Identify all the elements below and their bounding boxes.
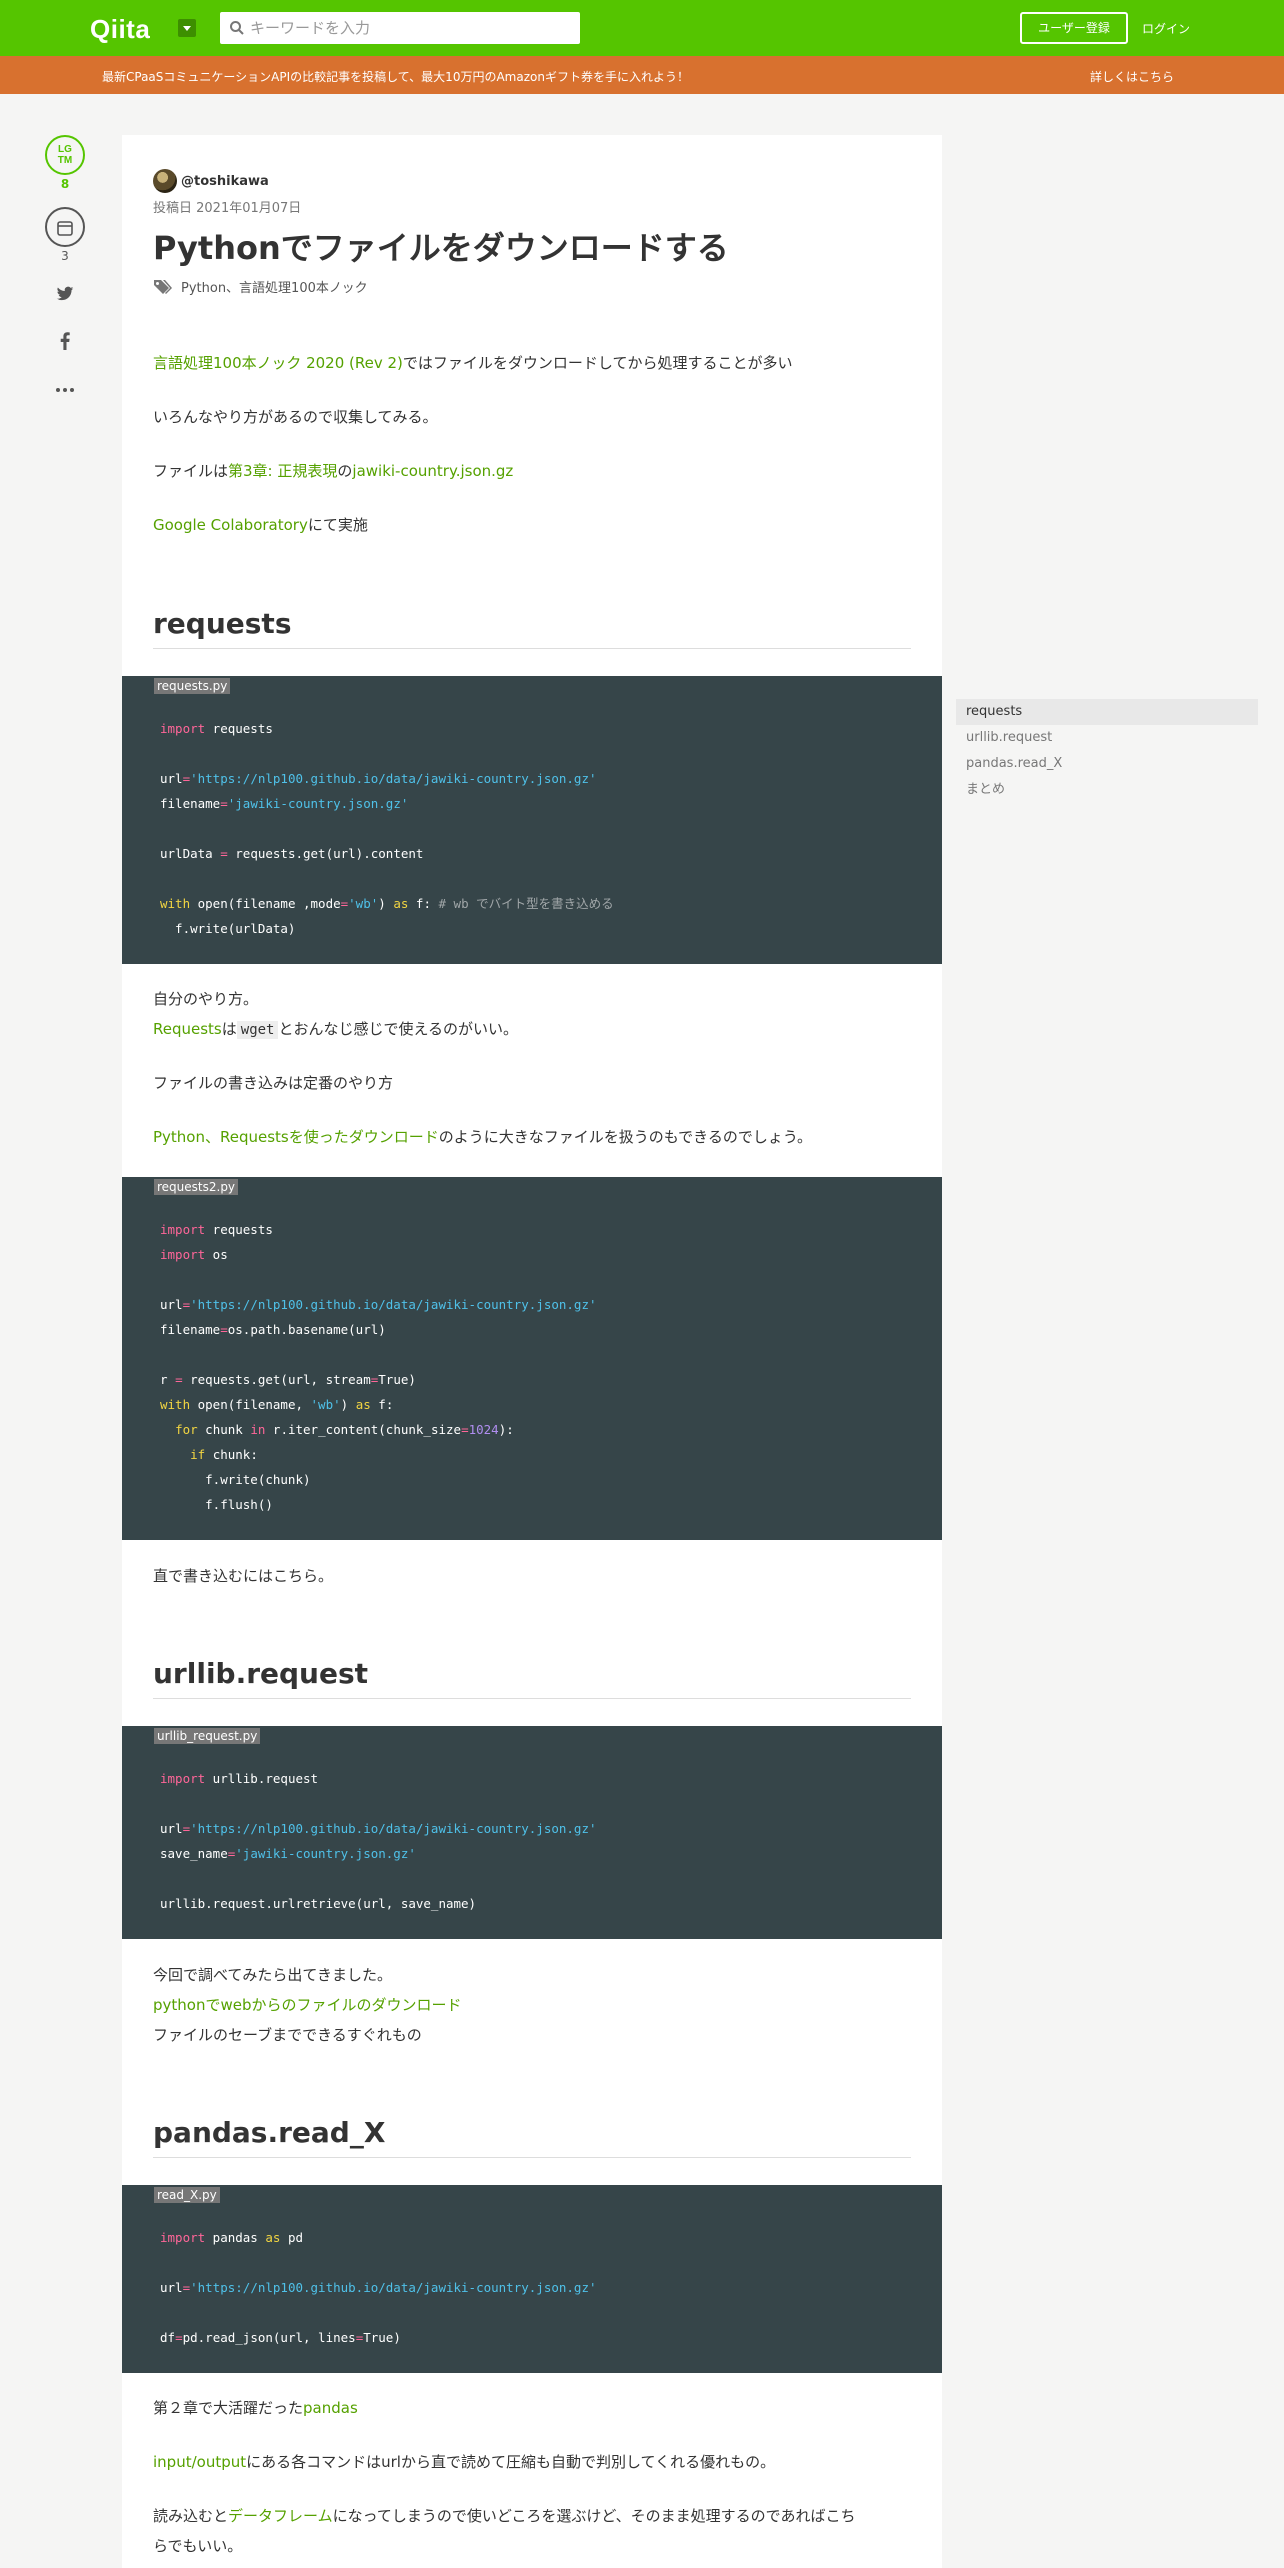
requests-text-2a: は — [221, 1020, 237, 1038]
requests-download-link[interactable]: Python、Requestsを使ったダウンロード — [153, 1128, 439, 1146]
requests-text-2: Requestsは wget とおんなじ感じで使えるのがいい。 — [153, 1018, 518, 1041]
campaign-banner: 最新CPaaSコミュニケーションAPIの比較記事を投稿して、最大10万円のAma… — [0, 56, 1284, 94]
requests-text-2b: とおんなじ感じで使えるのがいい。 — [278, 1020, 519, 1038]
code-block-requests2: requests2.py import requests import os u… — [122, 1177, 942, 1540]
signup-button[interactable]: ユーザー登録 — [1020, 12, 1128, 44]
lgtm-label-line1: LG — [58, 144, 72, 155]
banner-details-link[interactable]: 詳しくはこちら — [1090, 68, 1174, 85]
tag-list: Python、言語処理100本ノック — [153, 277, 368, 296]
heading-urllib: urllib.request — [153, 1657, 911, 1699]
lgtm-label-line2: TM — [57, 155, 73, 166]
code-filename: requests.py — [154, 678, 231, 694]
colab-link[interactable]: Google Colaboratory — [153, 516, 308, 534]
intro-text-3b: の — [337, 462, 353, 480]
lgtm-button[interactable]: LG TM — [45, 135, 85, 175]
chapter3-link[interactable]: 第3章: 正規表現 — [228, 462, 337, 480]
intro-paragraph-1: 言語処理100本ノック 2020 (Rev 2)ではファイルをダウンロードしてか… — [153, 352, 792, 374]
qiita-logo[interactable]: Qiita — [90, 14, 150, 45]
urllib-download-link[interactable]: pythonでwebからのファイルのダウンロード — [153, 1996, 462, 2014]
lgtm-count: 8 — [60, 177, 70, 191]
code-content: import urllib.request url='https://nlp10… — [160, 1771, 597, 1911]
search-input[interactable] — [250, 12, 570, 44]
requests-link[interactable]: Requests — [153, 1020, 222, 1038]
login-link[interactable]: ログイン — [1142, 20, 1190, 37]
pandas-text-3a: 読み込むと — [153, 2507, 229, 2525]
dataframe-link[interactable]: データフレーム — [228, 2507, 333, 2525]
stock-button[interactable] — [45, 207, 85, 247]
banner-text[interactable]: 最新CPaaSコミュニケーションAPIの比較記事を投稿して、最大10万円のAma… — [102, 68, 689, 85]
pandas-text-3b: になってしまうので使いどころを選ぶけど、そのまま処理するのであればこち — [332, 2507, 856, 2525]
code-content: import requests import os url='https://n… — [160, 1222, 597, 1512]
pandas-link[interactable]: pandas — [303, 2399, 358, 2417]
tags-text[interactable]: Python、言語処理100本ノック — [181, 277, 368, 296]
intro-text-3a: ファイルは — [153, 462, 229, 480]
toc-item-requests[interactable]: requests — [956, 699, 1258, 725]
author-name[interactable]: @toshikawa — [181, 174, 269, 189]
code-content: import requests url='https://nlp100.gith… — [160, 721, 614, 936]
toc-item-summary[interactable]: まとめ — [956, 777, 1258, 803]
pandas-text-3: 読み込むとデータフレームになってしまうので使いどころを選ぶけど、そのまま処理する… — [153, 2505, 855, 2527]
code-block-pandas: read_X.py import pandas as pd url='https… — [122, 2185, 942, 2373]
toc-item-urllib[interactable]: urllib.request — [956, 725, 1258, 751]
stock-folder-icon — [57, 221, 73, 236]
code-filename: urllib_request.py — [154, 1728, 261, 1744]
intro-paragraph-4: Google Colaboratoryにて実施 — [153, 514, 368, 536]
avatar[interactable] — [153, 169, 177, 193]
requests-text-1: 自分のやり方。 — [153, 990, 259, 1008]
nlp100-link[interactable]: 言語処理100本ノック 2020 (Rev 2) — [153, 354, 403, 372]
toc-item-pandas[interactable]: pandas.read_X — [956, 751, 1258, 777]
more-options-icon[interactable] — [55, 380, 75, 400]
inline-code-wget: wget — [236, 1021, 279, 1039]
code-filename: read_X.py — [154, 2187, 220, 2203]
pandas-text-1a: 第２章で大活躍だった — [153, 2399, 304, 2417]
search-icon — [230, 21, 244, 35]
twitter-share-icon[interactable] — [55, 284, 75, 304]
code-block-requests: requests.py import requests url='https:/… — [122, 676, 942, 964]
urllib-text-1: 今回で調べてみたら出てきました。 — [153, 1966, 392, 1984]
pandas-text-1: 第２章で大活躍だったpandas — [153, 2397, 358, 2419]
requests-text-4a: のように大きなファイルを扱うのもできるのでしょう。 — [438, 1128, 812, 1146]
service-menu-chevron-icon[interactable] — [178, 19, 196, 37]
intro-paragraph-2: いろんなやり方があるので収集してみる。 — [153, 408, 438, 426]
stock-count: 3 — [61, 249, 69, 263]
intro-text-4: にて実施 — [307, 516, 368, 534]
pandas-text-2a: にある各コマンドはurlから直で読めて圧縮も自動で判別してくれる優れもの。 — [246, 2453, 776, 2471]
article-title: Pythonでファイルをダウンロードする — [153, 229, 729, 267]
intro-text-1: ではファイルをダウンロードしてから処理することが多い — [402, 354, 793, 372]
article-body: @toshikawa 投稿日 2021年01月07日 Pythonでファイルをダ… — [122, 135, 942, 2568]
requests-text-4: Python、Requestsを使ったダウンロードのように大きなファイルを扱うの… — [153, 1126, 812, 1148]
pandas-text-4: らでもいい。 — [153, 2537, 243, 2555]
post-date: 投稿日 2021年01月07日 — [153, 201, 302, 216]
heading-pandas: pandas.read_X — [153, 2116, 911, 2158]
urllib-text-3: ファイルのセーブまでできるすぐれもの — [153, 2026, 422, 2044]
jawiki-file-link[interactable]: jawiki-country.json.gz — [352, 462, 513, 480]
code-content: import pandas as pd url='https://nlp100.… — [160, 2230, 597, 2345]
table-of-contents: requests urllib.request pandas.read_X まと… — [956, 699, 1258, 803]
code-block-urllib: urllib_request.py import urllib.request … — [122, 1726, 942, 1939]
search-box[interactable] — [220, 12, 580, 44]
facebook-share-icon[interactable] — [55, 331, 75, 351]
requests2-text: 直で書き込むにはこちら。 — [153, 1567, 334, 1585]
intro-paragraph-3: ファイルは第3章: 正規表現のjawiki-country.json.gz — [153, 460, 513, 482]
urllib-text-2: pythonでwebからのファイルのダウンロード — [153, 1994, 462, 2016]
top-navigation-bar: Qiita ユーザー登録 ログイン — [0, 0, 1284, 56]
pandas-text-2: input/outputにある各コマンドはurlから直で読めて圧縮も自動で判別し… — [153, 2451, 775, 2473]
code-filename: requests2.py — [154, 1179, 239, 1195]
tags-icon — [154, 279, 172, 294]
heading-requests: requests — [153, 607, 911, 649]
author-info[interactable]: @toshikawa — [153, 169, 269, 193]
input-output-link[interactable]: input/output — [153, 2453, 246, 2471]
requests-text-3: ファイルの書き込みは定番のやり方 — [153, 1074, 394, 1092]
